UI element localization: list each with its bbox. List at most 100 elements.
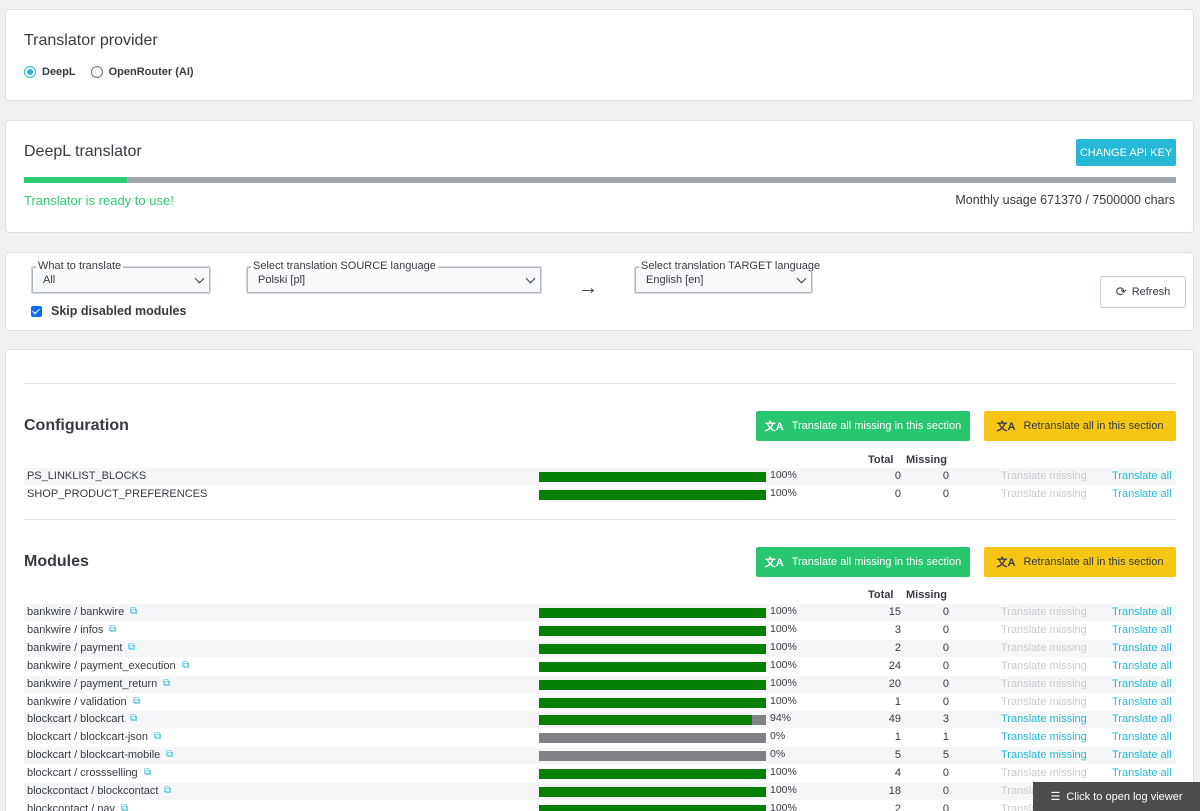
progress-bar [539, 804, 766, 811]
translate-all-link[interactable]: Translate all [1112, 660, 1172, 672]
external-link-icon[interactable]: ⧉ [109, 624, 116, 635]
progress-fill [539, 608, 766, 618]
table-row: blockcart / crossselling ⧉ 100% 4 0 Translate… [24, 765, 1176, 782]
total-count: 18 [888, 785, 901, 797]
translate-missing-link[interactable]: Translate missing [1001, 767, 1087, 779]
translate-missing-link[interactable]: Translate missing [1001, 488, 1087, 500]
external-link-icon[interactable]: ⧉ [154, 731, 161, 742]
usage-progress-bar [24, 177, 1176, 183]
total-count: 2 [894, 802, 901, 811]
translate-all-link[interactable]: Translate all [1112, 749, 1172, 761]
total-count: 3 [894, 623, 901, 636]
total-count: 20 [888, 677, 901, 690]
arrow-right-icon: → [578, 277, 598, 299]
translate-all-link[interactable]: Translate all [1112, 606, 1172, 618]
table-row: bankwire / bankwire ⧉ 100% 15 0 Translate mis… [24, 604, 1176, 621]
external-link-icon[interactable]: ⧉ [128, 642, 135, 653]
progress-bar [539, 733, 766, 744]
missing-count: 0 [942, 641, 949, 654]
progress-fill [539, 679, 766, 690]
translate-all-link[interactable]: Translate all [1112, 488, 1172, 500]
what-to-translate-label: What to translate [36, 260, 124, 272]
row-name: bankwire / bankwire [27, 606, 125, 618]
provider-radio-deepl[interactable] [24, 66, 36, 78]
skip-disabled-modules[interactable]: Skip disabled modules [31, 304, 186, 318]
provider-label-openrouter[interactable]: OpenRouter (AI) [109, 66, 194, 78]
status-text: Translator is ready to use! [24, 193, 174, 208]
progress-bar [539, 608, 766, 618]
translate-all-link[interactable]: Translate all [1112, 731, 1172, 743]
progress-bar [539, 715, 766, 726]
external-link-icon[interactable]: ⧉ [166, 749, 173, 760]
translate-icon: 文A [996, 421, 1016, 433]
missing-count: 1 [942, 731, 949, 744]
row-name: blockcart / blockcart-json [27, 731, 149, 744]
table-row: PS_LINKLIST_BLOCKS 100% 0 0 Translate missin… [24, 468, 1176, 485]
translate-all-link[interactable]: Translate all [1112, 678, 1172, 690]
refresh-label: Refresh [1131, 286, 1171, 298]
total-count: 2 [894, 641, 901, 654]
translate-all-link[interactable]: Translate all [1112, 767, 1172, 779]
external-link-icon[interactable]: ⧉ [130, 713, 137, 724]
translate-missing-link[interactable]: Translate missing [1001, 642, 1087, 654]
external-link-icon[interactable]: ⧉ [121, 803, 128, 811]
translate-all-missing-button[interactable]: 文A Translate all missing in this section [756, 411, 970, 441]
provider-label-deepl[interactable]: DeepL [42, 66, 76, 78]
log-viewer-button[interactable]: ☰ Click to open log viewer [1033, 782, 1200, 811]
usage-progress-fill [24, 177, 128, 183]
deepl-panel: DeepL translator CHANGE API KEY Translat… [5, 120, 1194, 233]
translate-missing-link[interactable]: Translate missing [1001, 606, 1087, 618]
missing-count: 0 [942, 606, 949, 618]
translate-all-link[interactable]: Translate all [1112, 642, 1172, 654]
refresh-button[interactable]: ⟳ Refresh [1100, 276, 1186, 308]
what-to-translate-field: All What to translate [31, 260, 211, 294]
translate-missing-link[interactable]: Translate missing [1001, 660, 1087, 672]
progress-fill [539, 715, 753, 726]
missing-column-header: Missing [906, 454, 947, 466]
table-row: blockcontact / nav⧉100%20Translate missi… [24, 801, 1176, 811]
progress-fill [539, 643, 766, 654]
skip-disabled-checkbox[interactable] [31, 305, 42, 317]
missing-count: 0 [942, 677, 949, 690]
translate-all-link[interactable]: Translate all [1112, 624, 1172, 636]
total-column-header: Total [868, 589, 894, 601]
divider [24, 519, 1176, 520]
translate-missing-link[interactable]: Translate missing [1001, 749, 1087, 761]
translate-all-link[interactable]: Translate all [1112, 470, 1172, 482]
table-row: blockcart / blockcart-json ⧉ 0% 1 1 Translate… [24, 729, 1176, 746]
provider-radio-openrouter[interactable] [90, 66, 103, 78]
external-link-icon[interactable]: ⧉ [133, 696, 140, 707]
change-api-key-button[interactable]: CHANGE API KEY [1076, 139, 1176, 166]
missing-count: 3 [942, 713, 949, 726]
translate-all-link[interactable]: Translate all [1112, 713, 1172, 725]
external-link-icon[interactable]: ⧉ [144, 767, 151, 778]
progress-bar [539, 679, 766, 690]
external-link-icon[interactable]: ⧉ [164, 785, 171, 796]
translate-all-link[interactable]: Translate all [1112, 696, 1172, 708]
translate-missing-link[interactable]: Translate missing [1001, 713, 1087, 725]
row-name: blockcart / blockcart [27, 713, 125, 726]
retranslate-all-button[interactable]: 文A Retranslate all in this section [984, 411, 1176, 441]
translate-missing-link[interactable]: Translate missing [1001, 624, 1087, 636]
translate-missing-link[interactable]: Translate missing [1001, 470, 1087, 482]
external-link-icon[interactable]: ⧉ [130, 606, 137, 617]
total-count: 1 [894, 731, 901, 744]
translate-missing-link[interactable]: Translate missing [1001, 696, 1087, 708]
retranslate-all-label: Retranslate all in this section [1023, 420, 1164, 432]
row-name: bankwire / payment_execution [27, 659, 176, 672]
row-name: PS_LINKLIST_BLOCKS [27, 470, 147, 482]
external-link-icon[interactable]: ⧉ [163, 678, 170, 689]
source-language-label: Select translation SOURCE language [251, 260, 438, 272]
retranslate-all-button[interactable]: 文A Retranslate all in this section [984, 547, 1176, 577]
row-name: blockcart / crossselling [27, 767, 138, 780]
translate-missing-link[interactable]: Translate missing [1001, 731, 1087, 743]
retranslate-all-label: Retranslate all in this section [1023, 556, 1164, 568]
progress-percent: 100% [770, 486, 797, 499]
translate-all-missing-button[interactable]: 文A Translate all missing in this section [756, 547, 970, 577]
progress-percent: 100% [770, 694, 797, 707]
translation-sections-panel: Configuration 文A Translate all missing i… [5, 349, 1194, 811]
row-name: SHOP_PRODUCT_PREFERENCES [27, 487, 208, 500]
progress-fill [539, 489, 766, 500]
translate-missing-link[interactable]: Translate missing [1001, 678, 1087, 690]
external-link-icon[interactable]: ⧉ [182, 660, 189, 671]
